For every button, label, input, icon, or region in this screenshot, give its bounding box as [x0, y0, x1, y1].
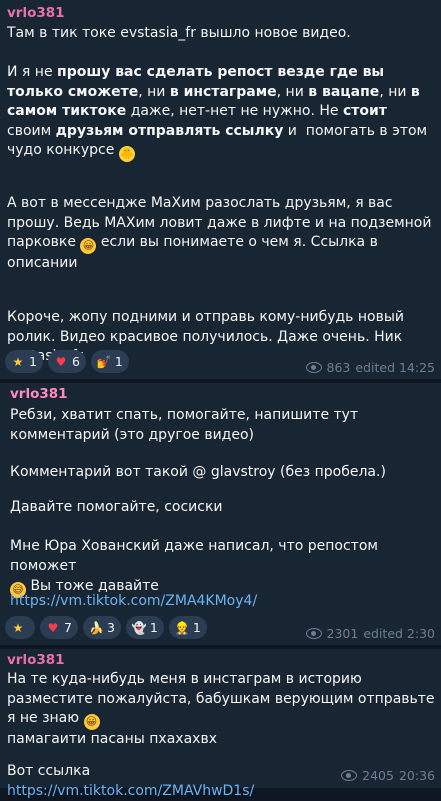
message-text: И я не прошу вас сделать репост везде гд… — [7, 64, 432, 162]
reaction-worker[interactable]: 👷 1 — [168, 616, 207, 639]
view-count: 2301 — [326, 626, 359, 641]
reaction-star[interactable]: ★ 1 — [5, 350, 43, 373]
grin-emoji-icon: 😀 — [80, 238, 97, 254]
message-text: Комментарий вот такой @ glavstroy (без п… — [10, 464, 386, 480]
message-author[interactable]: vrlo381 — [7, 652, 65, 668]
ghost-icon: 👻 — [131, 620, 147, 635]
tiktok-link[interactable]: https://vm.tiktok.com/ZMAVhwD1s/ — [7, 783, 254, 799]
banana-icon: 🍌 — [88, 620, 104, 635]
star-icon: ★ — [12, 620, 24, 635]
edited-time: edited 14:25 — [355, 360, 435, 375]
message-text: Давайте помогайте, сосиски — [10, 499, 223, 515]
reaction-heart[interactable]: ♥ 6 — [47, 350, 86, 373]
view-count: 863 — [326, 360, 351, 375]
eye-icon — [341, 770, 358, 781]
reactions-bar: ★ ♥ 7 🍌 3 👻 1 👷 1 — [5, 616, 207, 639]
message-text: А вот в мессендже МаХим разослать друзья… — [7, 195, 436, 271]
grin-emoji-icon: 😀 — [83, 714, 100, 730]
message-link-line: Вот ссылка https://vm.tiktok.com/ZMAVhwD… — [7, 763, 255, 799]
message-2[interactable]: vrlo381 Ребзи, хватит спать, помогайте, … — [0, 383, 441, 645]
message-paragraph: Там в тик токе evstasia_fr вышло новое в… — [7, 25, 351, 41]
worker-icon: 👷 — [174, 620, 190, 635]
star-icon: ★ — [12, 354, 24, 369]
message-text: Там в тик токе evstasia_fr вышло новое в… — [7, 24, 435, 44]
message-meta: 2301 edited 2:30 — [305, 626, 435, 641]
message-author[interactable]: vrlo381 — [10, 386, 68, 402]
heart-icon: ♥ — [47, 620, 59, 635]
message-1[interactable]: vrlo381 Там в тик токе evstasia_fr вышло… — [0, 0, 441, 379]
heart-icon: ♥ — [55, 354, 67, 369]
reaction-star[interactable]: ★ — [5, 616, 35, 639]
message-text: Ребзи, хватит спать, помогайте, напишите… — [10, 407, 363, 443]
edited-time: edited 2:30 — [363, 626, 435, 641]
message-text: Мне Юра Хованский даже написал, что репо… — [10, 538, 383, 598]
message-3[interactable]: vrlo381 На те куда-нибудь меня в инстагр… — [0, 649, 441, 799]
message-meta: 863 edited 14:25 — [305, 360, 435, 375]
reaction-ghost[interactable]: 👻 1 — [125, 616, 164, 639]
reaction-banana[interactable]: 🍌 3 — [82, 616, 121, 639]
message-author[interactable]: vrlo381 — [7, 5, 65, 21]
chick-emoji-icon: 🐥 — [118, 146, 135, 162]
view-count: 2405 — [362, 768, 394, 783]
reaction-nail-polish[interactable]: 💅 1 — [90, 350, 129, 373]
eye-icon — [305, 628, 322, 639]
eye-icon — [305, 362, 322, 373]
message-meta: 2405 20:36 — [341, 768, 435, 783]
nail-polish-icon: 💅 — [96, 354, 112, 369]
message-time: 20:36 — [398, 768, 435, 783]
message-text: На те куда-нибудь меня в инстаграм в ист… — [7, 671, 439, 747]
reaction-heart[interactable]: ♥ 7 — [40, 616, 78, 639]
tiktok-link[interactable]: https://vm.tiktok.com/ZMA4KMoy4/ — [10, 593, 257, 609]
message-link-line: https://vm.tiktok.com/ZMA4KMoy4/ — [10, 592, 435, 612]
reactions-bar: ★ 1 ♥ 6 💅 1 — [5, 350, 129, 373]
